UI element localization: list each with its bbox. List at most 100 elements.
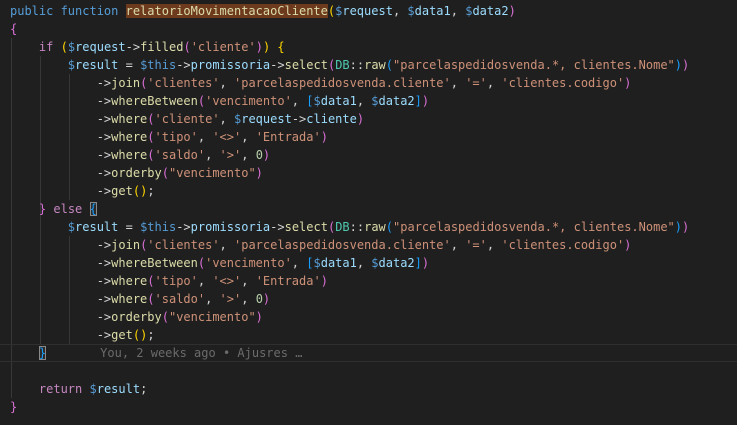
code-token: { (10, 22, 17, 36)
code-token: ; (140, 382, 147, 396)
code-token: -> (270, 58, 284, 72)
code-token: = (118, 220, 140, 234)
code-token: , (451, 4, 465, 18)
code-token: $ (313, 256, 320, 270)
code-token: result (75, 220, 118, 234)
code-line[interactable]: ->where('saldo', '>', 0) (10, 290, 737, 308)
code-line-current[interactable]: }You, 2 weeks ago • Ajusres … (0, 344, 737, 362)
code-line[interactable]: $result = $this->promissoria->select(DB:… (10, 56, 737, 74)
code-token (10, 58, 68, 72)
code-line[interactable]: ->where('tipo', '<>', 'Entrada') (10, 272, 737, 290)
code-token: 'clientes.codigo' (501, 238, 624, 252)
code-line[interactable]: ->where('tipo', '<>', 'Entrada') (10, 128, 737, 146)
code-token: , (451, 76, 465, 90)
code-token: , (205, 292, 219, 306)
code-token: 'tipo' (155, 274, 198, 288)
code-token: 0 (256, 292, 263, 306)
code-line[interactable]: ->where('cliente', $request->cliente) (10, 110, 737, 128)
code-token: :: (350, 220, 364, 234)
code-line[interactable]: ->whereBetween('vencimento', [$data1, $d… (10, 92, 737, 110)
code-line[interactable]: return $result; (10, 380, 737, 398)
code-token: $ (407, 4, 414, 18)
code-token: else (53, 202, 82, 216)
code-line[interactable]: ->get(); (10, 326, 737, 344)
code-token: ( (147, 148, 154, 162)
code-token: , (451, 238, 465, 252)
code-token: $ (68, 40, 75, 54)
code-token: , (241, 274, 255, 288)
code-token: result (75, 58, 118, 72)
code-token: ( (147, 130, 154, 144)
code-token: ) (256, 166, 263, 180)
code-token: ( (147, 112, 154, 126)
code-token: ) (263, 148, 270, 162)
code-line[interactable]: ->join('clientes', 'parcelaspedidosvenda… (10, 74, 737, 92)
code-token: promissoria (191, 220, 270, 234)
code-token: ; (147, 184, 154, 198)
code-line[interactable]: ->where('saldo', '>', 0) (10, 146, 737, 164)
code-token: data2 (379, 94, 415, 108)
code-line[interactable]: ->orderby("vencimento") (10, 308, 737, 326)
code-token: data1 (321, 256, 357, 270)
code-token: where (111, 130, 147, 144)
code-token: 'Entrada' (256, 274, 321, 288)
code-token: DB (335, 220, 349, 234)
code-token: request (342, 4, 393, 18)
code-token: :: (350, 58, 364, 72)
code-token: 'clientes' (147, 238, 219, 252)
code-token: '=' (465, 76, 487, 90)
code-token: { (90, 202, 97, 216)
code-line[interactable]: $result = $this->promissoria->select(DB:… (10, 218, 737, 236)
code-token: -> (126, 40, 140, 54)
code-token: , (220, 238, 234, 252)
code-token: '<>' (212, 274, 241, 288)
code-token: ( (147, 292, 154, 306)
code-token: , (357, 256, 371, 270)
code-token: ( (183, 40, 190, 54)
code-token (10, 202, 39, 216)
code-token: ; (147, 328, 154, 342)
code-token: 'clientes' (147, 76, 219, 90)
code-line[interactable]: { (10, 20, 737, 38)
code-line[interactable]: ->orderby("vencimento") (10, 164, 737, 182)
code-editor[interactable]: public function relatorioMovimentacaoCli… (0, 0, 737, 425)
code-token: ] (415, 256, 422, 270)
code-token: where (111, 148, 147, 162)
code-token: -> (292, 112, 306, 126)
code-token: ( (386, 220, 393, 234)
code-token: ) (624, 76, 631, 90)
code-token: 'saldo' (155, 148, 206, 162)
code-line[interactable]: ->whereBetween('vencimento', [$data1, $d… (10, 254, 737, 272)
code-token: 'Entrada' (256, 130, 321, 144)
code-token: ] (415, 94, 422, 108)
code-token: , (487, 238, 501, 252)
code-token (10, 40, 39, 54)
code-token: ) (321, 274, 328, 288)
code-token: { (277, 40, 284, 54)
code-line[interactable]: ->get(); (10, 182, 737, 200)
code-token: ( (162, 166, 169, 180)
code-token: orderby (111, 166, 162, 180)
code-token: join (111, 76, 140, 90)
code-token: } (39, 346, 46, 360)
code-token (82, 202, 89, 216)
code-line[interactable]: public function relatorioMovimentacaoCli… (10, 2, 737, 20)
code-token: raw (364, 58, 386, 72)
code-token: return (39, 382, 82, 396)
code-token: -> (10, 112, 111, 126)
code-line[interactable]: } else { (10, 200, 737, 218)
code-line[interactable]: if ($request->filled('cliente')) { (10, 38, 737, 56)
code-token: ) (422, 256, 429, 270)
code-token: , (393, 4, 407, 18)
code-token: "parcelaspedidosvenda.*, clientes.Nome" (393, 220, 675, 234)
code-lines[interactable]: public function relatorioMovimentacaoCli… (0, 0, 737, 425)
code-token: -> (10, 166, 111, 180)
code-line[interactable] (10, 362, 737, 380)
code-token: -> (176, 58, 190, 72)
code-token: , (198, 274, 212, 288)
code-token: ( (61, 40, 68, 54)
code-line[interactable]: ->join('clientes', 'parcelaspedidosvenda… (10, 236, 737, 254)
code-line[interactable]: } (10, 398, 737, 416)
code-token: select (285, 58, 328, 72)
code-token: ) (682, 58, 689, 72)
